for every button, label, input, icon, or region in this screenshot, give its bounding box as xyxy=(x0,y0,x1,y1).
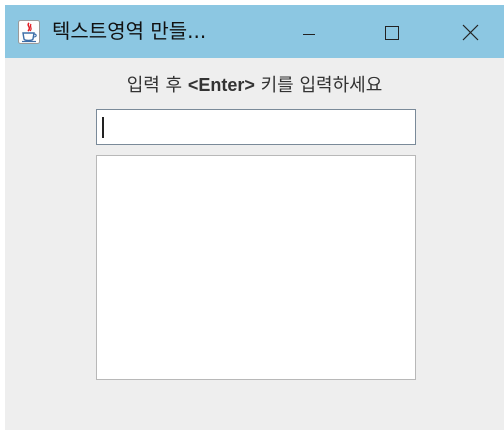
app-window: 텍스트영역 만들... 입력 후 <Enter> 키를 입력하세요 xyxy=(5,5,504,430)
instruction-prefix: 입력 후 xyxy=(126,75,188,96)
java-coffee-icon xyxy=(18,20,40,44)
text-input-box[interactable] xyxy=(96,109,416,145)
instruction-label: 입력 후 <Enter> 키를 입력하세요 xyxy=(5,73,504,98)
enter-key-label: <Enter> xyxy=(187,75,255,95)
text-area-box[interactable] xyxy=(96,155,416,380)
instruction-suffix: 키를 입력하세요 xyxy=(254,75,383,96)
close-button[interactable] xyxy=(447,5,493,58)
minimize-button[interactable] xyxy=(286,5,332,58)
text-area[interactable] xyxy=(97,156,415,379)
text-caret xyxy=(102,117,104,138)
close-icon xyxy=(462,24,479,41)
title-bar[interactable]: 텍스트영역 만들... xyxy=(5,5,504,58)
text-input[interactable] xyxy=(97,110,415,144)
minimize-icon xyxy=(303,34,315,35)
window-title: 텍스트영역 만들... xyxy=(52,19,207,43)
maximize-icon xyxy=(385,26,399,40)
maximize-button[interactable] xyxy=(369,5,415,58)
